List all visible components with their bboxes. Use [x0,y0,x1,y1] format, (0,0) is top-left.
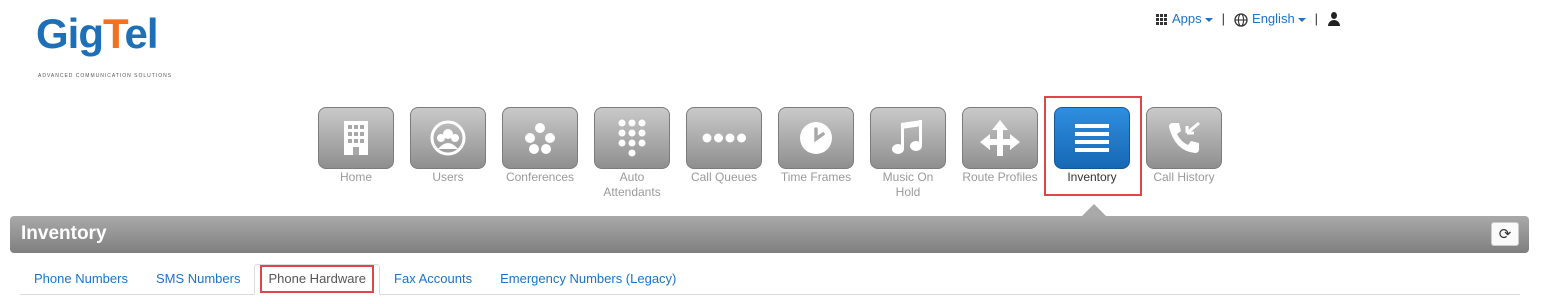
users-icon [410,107,486,169]
keypad-icon [594,107,670,169]
music-icon [870,107,946,169]
nav-label-music-on-hold: Music On Hold [882,170,934,199]
grid-icon [1156,14,1167,26]
refresh-icon: ⟳ [1498,226,1512,243]
tab-sms-numbers[interactable]: SMS Numbers [142,264,255,294]
apps-menu[interactable]: Apps [1156,11,1213,26]
phone-hardware-highlight [260,265,374,293]
nav-label-users: Users [432,170,464,184]
caret-down-icon [1297,17,1306,22]
logo-wordmark: GigTel [36,10,159,57]
nav-label-time-frames: Time Frames [780,170,852,184]
queue-icon [686,107,762,169]
top-utility-bar: Apps | English | [1156,11,1341,27]
nav-item-auto-attendants[interactable]: Auto Attendants [594,107,670,200]
page-title: Inventory [21,223,107,244]
nav-item-route-profiles[interactable]: Route Profiles [962,107,1038,200]
nav-label-home: Home [339,170,372,184]
tab-emergency-numbers[interactable]: Emergency Numbers (Legacy) [486,264,690,294]
refresh-button[interactable]: ⟳ [1491,222,1519,246]
tab-fax-accounts[interactable]: Fax Accounts [380,264,486,294]
nav-label-auto-attendants: Auto Attendants [603,170,661,199]
separator: | [1314,11,1319,27]
separator: | [1221,11,1226,27]
nav-item-conferences[interactable]: Conferences [502,107,578,200]
language-menu[interactable]: English [1234,11,1306,27]
inventory-highlight [1044,96,1142,196]
caret-down-icon [1204,17,1213,22]
nav-item-users[interactable]: Users [410,107,486,200]
user-icon[interactable] [1327,11,1341,26]
apps-label: Apps [1172,11,1202,27]
clock-icon [778,107,854,169]
nav-item-home[interactable]: Home [318,107,394,200]
gigtel-logo[interactable]: GigTel ADVANCED COMMUNICATION SOLUTIONS [36,10,186,80]
nav-label-call-queues: Call Queues [690,170,758,184]
building-icon [318,107,394,169]
route-icon [962,107,1038,169]
page-header: Inventory ⟳ [10,204,1529,253]
nav-label-call-history: Call History [1153,170,1215,184]
globe-icon [1234,12,1248,27]
active-pointer [1082,204,1106,216]
logo-tagline: ADVANCED COMMUNICATION SOLUTIONS [38,73,173,79]
phone-history-icon [1146,107,1222,169]
language-label: English [1252,11,1295,26]
inventory-tabs: Phone Numbers SMS Numbers Phone Hardware… [20,264,1520,295]
nav-item-call-history[interactable]: Call History [1146,107,1222,200]
nav-label-route-profiles: Route Profiles [962,170,1038,184]
nav-label-conferences: Conferences [505,170,575,184]
nav-item-time-frames[interactable]: Time Frames [778,107,854,200]
nav-item-music-on-hold[interactable]: Music On Hold [870,107,946,200]
conference-icon [502,107,578,169]
tab-phone-numbers[interactable]: Phone Numbers [20,264,142,294]
nav-item-call-queues[interactable]: Call Queues [686,107,762,200]
